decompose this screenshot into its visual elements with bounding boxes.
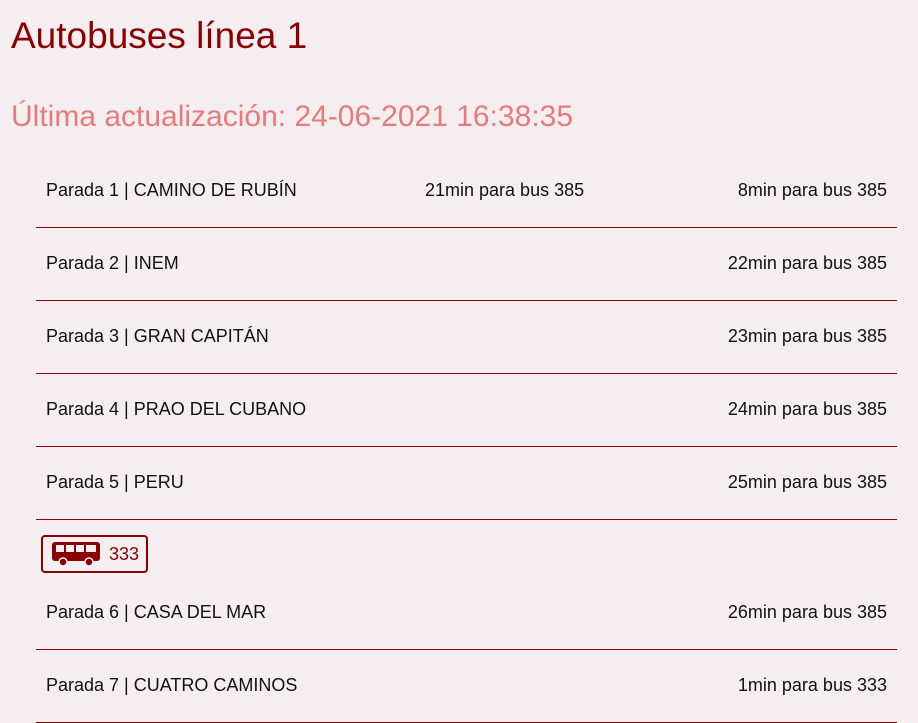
- stop-name: Parada 1 | CAMINO DE RUBÍN: [46, 180, 297, 200]
- stop-list: Parada 1 | CAMINO DE RUBÍN 21min para bu…: [36, 155, 897, 723]
- stop-row: Parada 6 | CASA DEL MAR 26min para bus 3…: [36, 577, 897, 650]
- stop-row: Parada 1 | CAMINO DE RUBÍN 21min para bu…: [36, 155, 897, 228]
- arrival-time: 8min para bus 385: [737, 180, 887, 200]
- stop-row: Parada 7 | CUATRO CAMINOS 1min para bus …: [36, 650, 897, 723]
- page-title: Autobuses línea 1: [11, 15, 308, 56]
- stop-name: Parada 6 | CASA DEL MAR: [46, 602, 267, 622]
- stop-row: Parada 2 | INEM 22min para bus 385: [36, 228, 897, 301]
- arrival-time: 24min para bus 385: [727, 399, 887, 419]
- stop-row: Parada 5 | PERU 25min para bus 385: [36, 447, 897, 520]
- arrival-time: 26min para bus 385: [727, 602, 887, 622]
- arrival-time: 1min para bus 333: [737, 675, 887, 695]
- arrival-time: 23min para bus 385: [727, 326, 887, 346]
- arrival-time: 25min para bus 385: [727, 472, 887, 492]
- arrival-time: 22min para bus 385: [727, 253, 887, 273]
- stop-name: Parada 5 | PERU: [46, 472, 184, 492]
- bus-icon: [51, 541, 101, 567]
- bus-number: 333: [109, 543, 140, 564]
- stop-name: Parada 2 | INEM: [46, 253, 179, 273]
- stop-row: Parada 3 | GRAN CAPITÁN 23min para bus 3…: [36, 301, 897, 374]
- last-update-timestamp: Última actualización: 24-06-2021 16:38:3…: [11, 100, 574, 133]
- stop-name: Parada 4 | PRAO DEL CUBANO: [46, 399, 307, 419]
- stop-row: Parada 4 | PRAO DEL CUBANO 24min para bu…: [36, 374, 897, 447]
- bus-badge[interactable]: 333: [41, 535, 149, 573]
- bus-position: 333: [36, 520, 897, 577]
- stop-name: Parada 3 | GRAN CAPITÁN: [46, 326, 269, 346]
- stop-name: Parada 7 | CUATRO CAMINOS: [46, 675, 298, 695]
- arrival-time: 21min para bus 385: [425, 180, 585, 200]
